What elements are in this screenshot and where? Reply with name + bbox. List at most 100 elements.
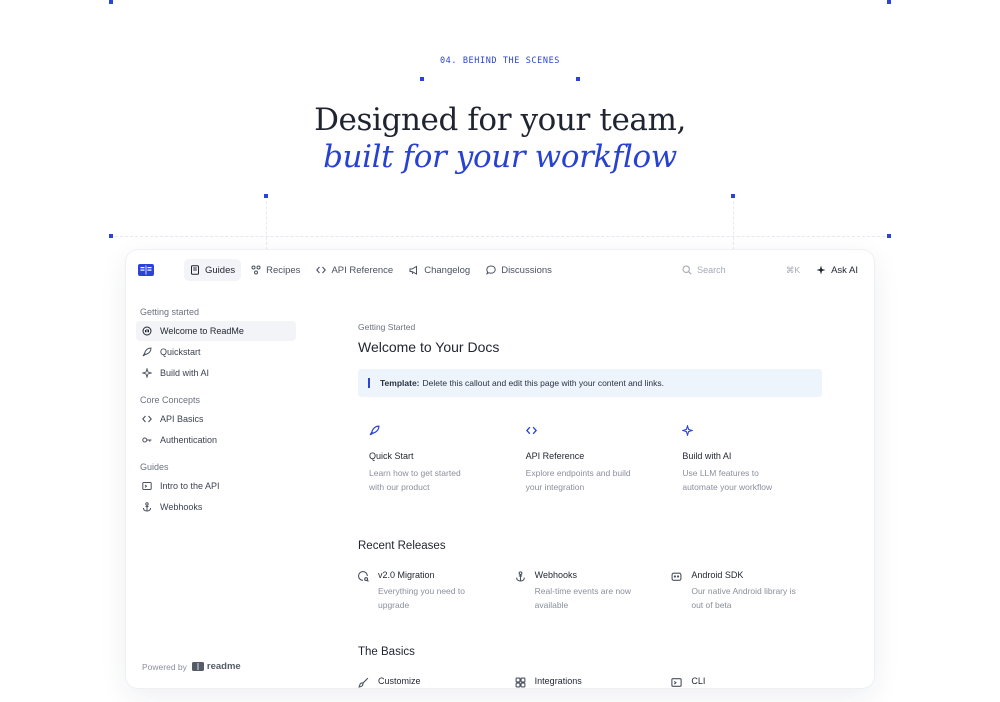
release-item[interactable]: v2.0 Migration Everything you need to up…	[358, 570, 515, 612]
ask-ai-button[interactable]: Ask AI	[816, 265, 858, 276]
card-quick-start[interactable]: Quick Start Learn how to get started wit…	[358, 423, 515, 494]
rocket-icon	[142, 347, 152, 357]
android-icon	[671, 572, 682, 581]
search-placeholder: Search	[697, 265, 726, 275]
sidebar-item-api-basics[interactable]: API Basics	[136, 409, 296, 429]
callout-label: Template:	[380, 378, 420, 388]
book-icon	[191, 265, 199, 275]
sidebar-group-title: Getting started	[140, 307, 200, 317]
card-row: Quick Start Learn how to get started wit…	[358, 423, 828, 494]
tab-label: Discussions	[501, 264, 552, 276]
tab-label: API Reference	[331, 264, 394, 276]
readme-logo-icon	[191, 662, 204, 671]
basics-item[interactable]: CLI	[671, 676, 828, 688]
release-text: Webhooks Real-time events are now availa…	[535, 570, 647, 612]
sidebar-item-label: Build with AI	[160, 368, 210, 378]
card-api-reference[interactable]: API Reference Explore endpoints and buil…	[515, 423, 672, 494]
sidebar-item-webhooks[interactable]: Webhooks	[136, 497, 296, 517]
release-text: Android SDK Our native Android library i…	[691, 570, 803, 612]
section-title: The Basics	[358, 646, 415, 658]
tab-api-reference[interactable]: API Reference	[310, 259, 399, 281]
release-list: v2.0 Migration Everything you need to up…	[358, 570, 828, 612]
sidebar-item-label: Quickstart	[160, 347, 201, 357]
top-navigation-bar: Guides Recipes API Reference Changelog D…	[126, 250, 874, 290]
headline-line-2: built for your workflow	[323, 139, 677, 175]
basics-title: Customize	[378, 676, 421, 686]
release-item[interactable]: Webhooks Real-time events are now availa…	[515, 570, 672, 612]
sidebar-item-welcome[interactable]: Welcome to ReadMe	[136, 321, 296, 341]
guide-line	[733, 196, 734, 250]
sidebar-item-intro-to-api[interactable]: Intro to the API	[136, 476, 296, 496]
basics-title: CLI	[691, 676, 706, 686]
card-title: Quick Start	[369, 451, 414, 461]
tab-label: Changelog	[424, 264, 471, 276]
sparkle-icon	[816, 265, 826, 275]
card-title: API Reference	[525, 451, 585, 461]
guide-line	[266, 196, 267, 250]
integrations-icon	[515, 677, 526, 688]
tab-discussions[interactable]: Discussions	[480, 259, 558, 281]
wave-hand-icon	[142, 326, 152, 336]
release-item[interactable]: Android SDK Our native Android library i…	[671, 570, 828, 612]
sparkle-icon	[681, 424, 695, 437]
terminal-icon	[671, 678, 683, 687]
sidebar-item-label: Authentication	[160, 435, 218, 445]
corner-marker	[264, 194, 268, 198]
corner-marker	[887, 0, 891, 4]
release-title: Webhooks	[534, 570, 578, 580]
guide-line	[110, 236, 890, 237]
corner-marker	[576, 77, 580, 81]
release-title: Android SDK	[691, 570, 744, 580]
release-description: Everything you need to upgrade	[378, 586, 465, 610]
basics-list: Customize Integrations CLI	[358, 676, 828, 688]
release-text: v2.0 Migration Everything you need to up…	[378, 570, 490, 612]
corner-marker	[731, 194, 735, 198]
code-icon	[316, 266, 327, 274]
tab-changelog[interactable]: Changelog	[403, 259, 476, 281]
anchor-icon	[515, 571, 525, 582]
powered-by[interactable]: Powered by readme	[142, 661, 241, 672]
basics-item[interactable]: Customize	[358, 676, 515, 688]
sidebar-item-label: API Basics	[160, 414, 204, 424]
readme-logo-icon[interactable]	[138, 264, 154, 276]
sidebar-group-title: Core Concepts	[140, 395, 201, 405]
refresh-search-icon	[358, 571, 369, 582]
release-description: Our native Android library is out of bet…	[691, 586, 796, 610]
breadcrumb: Getting Started	[358, 322, 416, 332]
search-icon	[682, 265, 692, 275]
tab-guides[interactable]: Guides	[184, 259, 242, 281]
recipes-icon	[251, 265, 261, 275]
sparkle-icon	[142, 368, 152, 378]
main-content: Getting Started Welcome to Your Docs Tem…	[358, 322, 828, 688]
headline-line-1: Designed for your team,	[314, 102, 686, 138]
sidebar-item-label: Intro to the API	[160, 481, 220, 491]
tab-label: Recipes	[266, 264, 301, 276]
anchor-icon	[143, 502, 151, 512]
chat-bubble-icon	[486, 265, 496, 275]
sidebar-item-label: Welcome to ReadMe	[160, 326, 244, 336]
section-eyebrow: 04. BEHIND THE SCENES	[439, 56, 561, 66]
sidebar-item-build-with-ai[interactable]: Build with AI	[136, 363, 296, 383]
brand-name: readme	[206, 661, 241, 672]
rocket-icon	[369, 425, 380, 436]
card-build-with-ai[interactable]: Build with AI Use LLM features to automa…	[671, 423, 828, 494]
corner-marker	[109, 234, 113, 238]
main-nav: Guides Recipes API Reference Changelog D…	[184, 259, 558, 281]
search-input[interactable]: Search ⌘K	[682, 259, 800, 281]
callout-text: Delete this callout and edit this page w…	[422, 378, 664, 388]
sidebar-group-title: Guides	[140, 462, 169, 472]
megaphone-icon	[409, 265, 418, 275]
docs-app-window: Guides Recipes API Reference Changelog D…	[126, 250, 874, 688]
code-icon	[525, 426, 537, 435]
template-callout: Template: Delete this callout and edit t…	[358, 369, 822, 397]
tab-recipes[interactable]: Recipes	[245, 259, 306, 281]
powered-by-label: Powered by	[142, 661, 187, 672]
sidebar-item-quickstart[interactable]: Quickstart	[136, 342, 296, 362]
terminal-icon	[142, 482, 152, 490]
card-description: Explore endpoints and build your integra…	[525, 468, 631, 492]
basics-item[interactable]: Integrations	[515, 676, 672, 688]
sidebar-item-authentication[interactable]: Authentication	[136, 430, 296, 450]
page-title: Welcome to Your Docs	[358, 339, 500, 355]
